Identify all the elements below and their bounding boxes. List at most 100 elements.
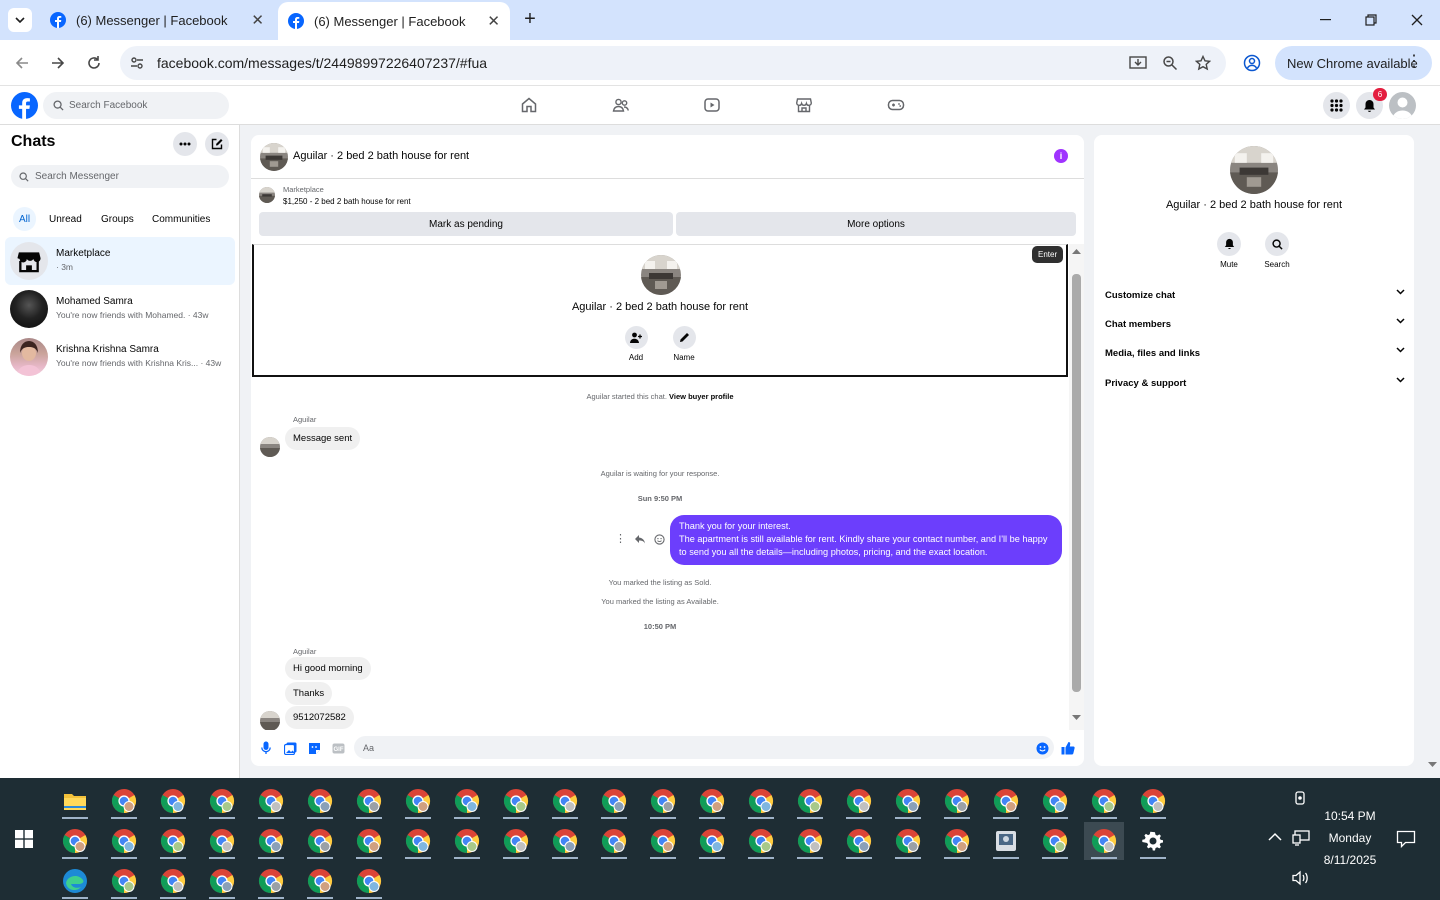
volume-icon[interactable] — [1292, 870, 1312, 888]
reload-button[interactable] — [78, 47, 110, 79]
chrome-app-icon[interactable] — [839, 782, 879, 820]
tab-messenger-1[interactable]: (6) Messenger | Facebook ✕ — [40, 0, 274, 40]
chat-options-button[interactable] — [173, 132, 197, 156]
new-message-button[interactable] — [205, 132, 229, 156]
chrome-app-icon[interactable] — [349, 782, 389, 820]
chat-item-krishna-samra[interactable]: Krishna Krishna Samra You're now friends… — [5, 333, 235, 381]
forward-button[interactable] — [42, 47, 74, 79]
chrome-app-icon[interactable] — [447, 782, 487, 820]
photo-gallery-icon[interactable] — [283, 741, 297, 755]
listing-avatar-large[interactable] — [1230, 146, 1278, 194]
chrome-app-icon[interactable] — [202, 782, 242, 820]
gif-icon[interactable]: GIF — [331, 741, 345, 755]
more-vertical-icon[interactable]: ⋮ — [615, 533, 626, 545]
name-chat-button[interactable]: Name — [664, 326, 704, 362]
clock-time[interactable]: 10:54 PM — [1300, 809, 1400, 823]
filter-groups[interactable]: Groups — [95, 207, 140, 231]
message-input[interactable]: Aa — [354, 736, 1054, 759]
friends-icon[interactable] — [611, 95, 631, 115]
outgoing-message-bubble[interactable]: Thank you for your interest. The apartme… — [670, 515, 1062, 565]
edge-browser-icon[interactable] — [55, 862, 95, 900]
chrome-app-icon[interactable] — [888, 782, 928, 820]
info-icon[interactable]: i — [1054, 149, 1068, 163]
chrome-app-icon[interactable] — [1084, 782, 1124, 820]
privacy-support-section[interactable]: Privacy & support — [1105, 377, 1405, 389]
chrome-app-icon[interactable] — [447, 822, 487, 860]
chrome-app-icon[interactable] — [251, 822, 291, 860]
home-icon[interactable] — [519, 95, 539, 115]
facebook-search-input[interactable]: Search Facebook — [43, 92, 229, 119]
message-scrollbar[interactable] — [1069, 244, 1084, 730]
notification-center-icon[interactable] — [1396, 830, 1418, 850]
listing-thumbnail[interactable] — [259, 187, 275, 203]
chat-item-mohamed-samra[interactable]: Mohamed Samra You're now friends with Mo… — [5, 285, 235, 333]
tab-close-icon[interactable]: ✕ — [487, 12, 500, 30]
emoji-icon[interactable] — [1035, 741, 1049, 755]
react-smiley-icon[interactable] — [654, 533, 665, 545]
chrome-app-icon[interactable] — [790, 822, 830, 860]
menu-grid-button[interactable] — [1323, 92, 1350, 119]
chrome-update-button[interactable]: New Chrome available ⋮ — [1275, 46, 1432, 80]
windows-start-icon[interactable] — [4, 820, 44, 858]
chrome-app-icon[interactable] — [104, 822, 144, 860]
kebab-menu-icon[interactable]: ⋮ — [1406, 53, 1422, 71]
chrome-app-icon[interactable] — [398, 822, 438, 860]
close-window-button[interactable] — [1394, 0, 1440, 40]
listing-price-title[interactable]: $1,250 - 2 bed 2 bath house for rent — [283, 197, 411, 206]
settings-gear-icon[interactable] — [1133, 822, 1173, 860]
tab-messenger-2[interactable]: (6) Messenger | Facebook ✕ — [278, 2, 510, 40]
chrome-app-icon[interactable] — [1133, 782, 1173, 820]
chrome-app-icon[interactable] — [594, 782, 634, 820]
sticker-icon[interactable] — [307, 741, 321, 755]
chrome-app-icon[interactable] — [300, 782, 340, 820]
back-button[interactable] — [6, 47, 38, 79]
chrome-app-icon[interactable] — [251, 862, 291, 900]
chrome-app-icon[interactable] — [692, 782, 732, 820]
scroll-up-icon[interactable] — [1072, 248, 1081, 254]
mark-as-pending-button[interactable]: Mark as pending — [259, 212, 673, 236]
meet-now-icon[interactable] — [1292, 790, 1312, 808]
video-icon[interactable] — [702, 95, 722, 115]
chrome-app-icon[interactable] — [741, 782, 781, 820]
bookmark-star-icon[interactable] — [1193, 53, 1213, 73]
account-avatar[interactable] — [1389, 92, 1416, 119]
profile-button[interactable] — [1236, 47, 1268, 79]
chrome-app-icon[interactable] — [839, 822, 879, 860]
chrome-app-icon[interactable] — [153, 862, 193, 900]
page-scrollbar[interactable] — [1425, 125, 1440, 778]
scroll-down-icon[interactable] — [1428, 762, 1437, 768]
messenger-search-input[interactable]: Search Messenger — [11, 165, 229, 188]
chrome-app-icon[interactable] — [496, 822, 536, 860]
listing-avatar[interactable] — [260, 143, 288, 171]
install-app-icon[interactable] — [1128, 53, 1148, 73]
chrome-app-icon[interactable] — [594, 822, 634, 860]
chrome-app-icon[interactable] — [937, 822, 977, 860]
chrome-app-icon[interactable] — [300, 822, 340, 860]
new-tab-button[interactable]: + — [518, 8, 542, 32]
chat-members-section[interactable]: Chat members — [1105, 318, 1405, 330]
chrome-app-icon[interactable] — [1035, 822, 1075, 860]
filter-communities[interactable]: Communities — [146, 207, 216, 231]
chrome-app-icon[interactable] — [741, 822, 781, 860]
clock-day[interactable]: Monday — [1300, 831, 1400, 845]
chrome-app-icon[interactable] — [202, 822, 242, 860]
chrome-app-icon[interactable] — [104, 862, 144, 900]
more-options-button[interactable]: More options — [676, 212, 1076, 236]
message-bubble[interactable]: Hi good morning — [285, 657, 371, 680]
chrome-app-icon[interactable] — [349, 862, 389, 900]
thumbs-up-icon[interactable] — [1061, 741, 1075, 755]
chrome-app-icon[interactable] — [398, 782, 438, 820]
site-info-icon[interactable] — [127, 53, 147, 73]
chrome-app-icon[interactable] — [1035, 782, 1075, 820]
search-in-conversation-button[interactable]: Search — [1257, 232, 1297, 269]
chevron-up-icon[interactable] — [1268, 832, 1286, 846]
filter-all[interactable]: All — [13, 207, 37, 231]
filter-unread[interactable]: Unread — [43, 207, 88, 231]
microphone-icon[interactable] — [259, 741, 273, 755]
scroll-down-icon[interactable] — [1072, 715, 1081, 721]
zoom-icon[interactable] — [1160, 53, 1180, 73]
chrome-app-icon[interactable] — [202, 862, 242, 900]
restore-button[interactable] — [1348, 0, 1394, 40]
view-buyer-profile-link[interactable]: View buyer profile — [669, 392, 733, 401]
add-people-button[interactable]: Add — [616, 326, 656, 362]
